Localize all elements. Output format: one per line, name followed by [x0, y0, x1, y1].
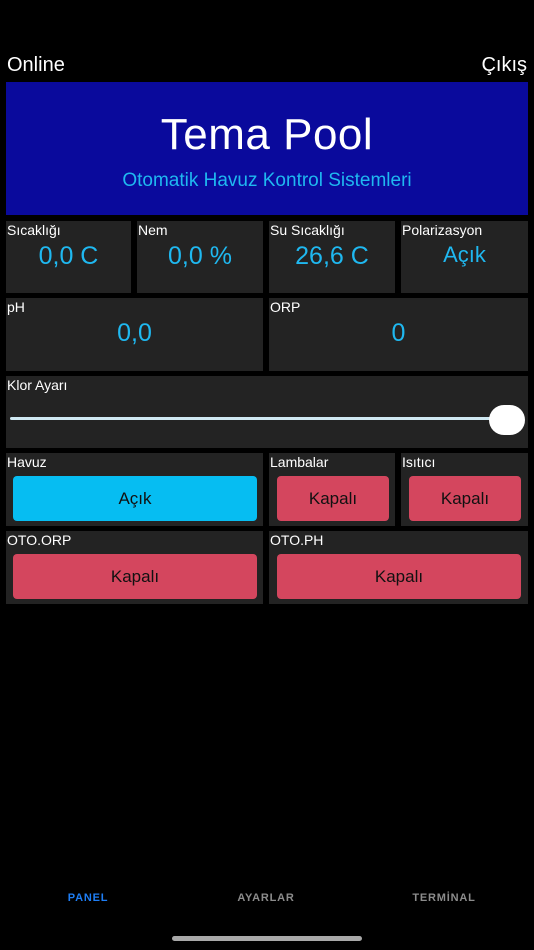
sensor-label: Polarizasyon: [402, 222, 483, 238]
sensor-label: pH: [7, 299, 25, 315]
chlorine-label: Klor Ayarı: [7, 377, 68, 393]
isitici-toggle-button[interactable]: Kapalı: [409, 476, 521, 521]
app-subtitle: Otomatik Havuz Kontrol Sistemleri: [122, 170, 412, 191]
oto-ph-toggle-button[interactable]: Kapalı: [277, 554, 521, 599]
control-label: Isıtıcı: [402, 454, 436, 470]
tab-panel[interactable]: PANEL: [28, 892, 148, 904]
sensor-value: 0,0: [117, 319, 152, 347]
app-title: Tema Pool: [160, 110, 374, 159]
sensor-label: Sıcaklığı: [7, 222, 61, 238]
chlorine-card: Klor Ayarı: [6, 376, 528, 448]
sensor-value: 0,0 %: [168, 242, 232, 270]
lambalar-toggle-button[interactable]: Kapalı: [277, 476, 389, 521]
bottom-tab-bar: PANEL AYARLAR TERMİNAL: [0, 892, 534, 914]
app-screen: Online Çıkış Tema Pool Otomatik Havuz Ko…: [0, 0, 534, 950]
sensor-value: Açık: [443, 242, 486, 267]
sensor-label: ORP: [270, 299, 301, 315]
sensor-card-temperature: Sıcaklığı 0,0 C: [6, 221, 131, 293]
sensor-card-humidity: Nem 0,0 %: [137, 221, 263, 293]
sensor-value: 26,6 C: [295, 242, 369, 270]
sensor-label: Su Sıcaklığı: [270, 222, 345, 238]
sensor-card-orp: ORP 0: [269, 298, 528, 371]
sensor-card-water-temperature: Su Sıcaklığı 26,6 C: [269, 221, 395, 293]
havuz-toggle-button[interactable]: Açık: [13, 476, 257, 521]
chlorine-slider-thumb[interactable]: [489, 405, 525, 435]
sensor-label: Nem: [138, 222, 168, 238]
control-label: OTO.PH: [270, 532, 324, 548]
chlorine-slider-track[interactable]: [10, 417, 508, 420]
oto-orp-toggle-button[interactable]: Kapalı: [13, 554, 257, 599]
connection-status: Online: [7, 53, 65, 76]
logout-button[interactable]: Çıkış: [481, 54, 527, 77]
tab-terminal[interactable]: TERMİNAL: [384, 892, 504, 904]
sensor-card-ph: pH 0,0: [6, 298, 263, 371]
sensor-card-polarization: Polarizasyon Açık: [401, 221, 528, 293]
home-indicator[interactable]: [172, 936, 362, 941]
sensor-value: 0: [391, 319, 406, 347]
control-label: Lambalar: [270, 454, 329, 470]
control-label: OTO.ORP: [7, 532, 72, 548]
top-bar: Online Çıkış: [7, 52, 527, 78]
sensor-value: 0,0 C: [38, 242, 99, 270]
brand-banner: Tema Pool Otomatik Havuz Kontrol Sisteml…: [6, 82, 528, 215]
control-label: Havuz: [7, 454, 47, 470]
tab-ayarlar[interactable]: AYARLAR: [206, 892, 326, 904]
